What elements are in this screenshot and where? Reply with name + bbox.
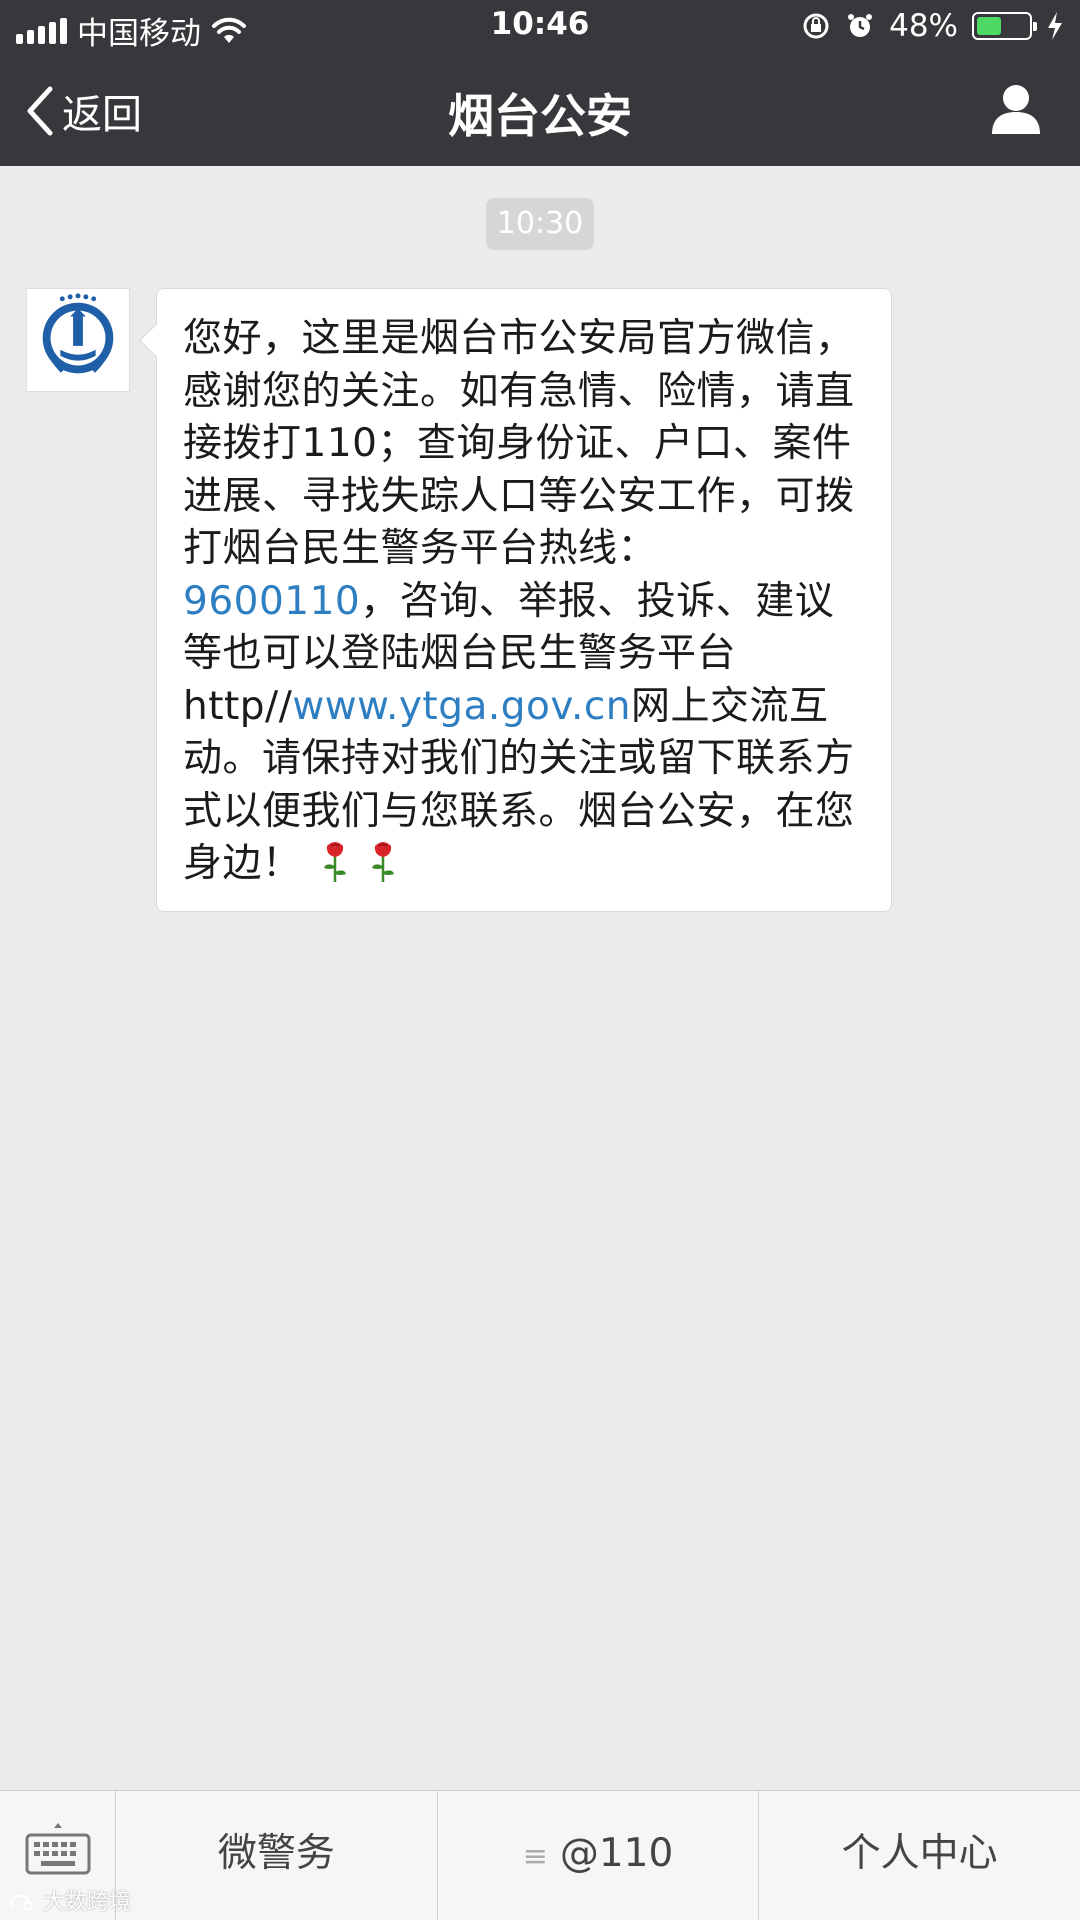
tab-label: 微警务 bbox=[217, 1831, 335, 1876]
phone-link[interactable]: 9600110 bbox=[183, 579, 360, 624]
rotation-lock-icon bbox=[803, 13, 829, 39]
keyboard-icon bbox=[25, 1823, 91, 1875]
alarm-icon bbox=[848, 14, 873, 37]
tab-label: 个人中心 bbox=[841, 1831, 998, 1876]
tab-wei-jingwu[interactable]: 微警务 bbox=[116, 1791, 438, 1920]
watermark-text: 大数跨境 bbox=[43, 1890, 132, 1915]
rose-icon bbox=[323, 842, 346, 882]
nav-bar: 返回 烟台公安 bbox=[0, 56, 1080, 166]
top-header: 中国移动 10:46 48% 返回 烟台公安 bbox=[0, 0, 1080, 166]
page-title: 烟台公安 bbox=[448, 89, 632, 143]
battery-icon bbox=[972, 12, 1037, 40]
website-link[interactable]: www.ytga.gov.cn bbox=[292, 684, 631, 729]
watermark-logo bbox=[9, 1894, 33, 1911]
message-timestamp: 10:30 bbox=[486, 198, 594, 250]
tab-label: @110 bbox=[559, 1831, 674, 1876]
tab-110[interactable]: ≡ @110 bbox=[438, 1791, 760, 1920]
tab-personal-center[interactable]: 个人中心 bbox=[759, 1791, 1080, 1920]
watermark: 大数跨境 bbox=[8, 1884, 131, 1916]
charging-icon bbox=[1048, 12, 1062, 40]
message-bubble: 您好，这里是烟台市公安局官方微信，感谢您的关注。如有急情、险情，请直接拨打110… bbox=[156, 288, 892, 912]
menu-icon: ≡ bbox=[522, 1839, 548, 1874]
rose-icon bbox=[371, 842, 394, 882]
battery-fill bbox=[977, 17, 1001, 35]
profile-icon[interactable] bbox=[988, 80, 1044, 136]
bottom-menu: 微警务 ≡ @110 个人中心 bbox=[0, 1790, 1080, 1920]
avatar[interactable] bbox=[26, 288, 130, 392]
battery-percent: 48% bbox=[889, 8, 958, 44]
status-bar: 中国移动 10:46 48% bbox=[0, 0, 1080, 56]
message-text: 您好，这里是烟台市公安局官方微信，感谢您的关注。如有急情、险情，请直接拨打110… bbox=[183, 316, 855, 571]
